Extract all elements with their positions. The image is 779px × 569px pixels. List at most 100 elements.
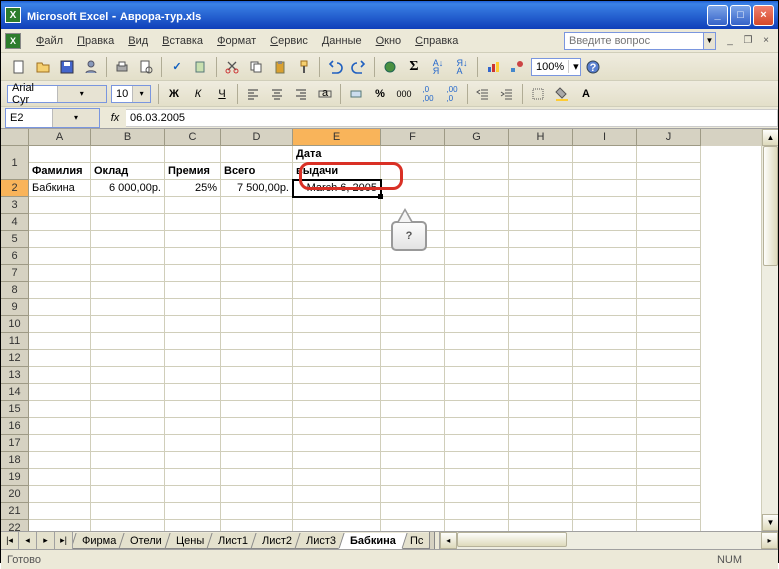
cell-H20[interactable] bbox=[509, 486, 573, 503]
scroll-left-button[interactable]: ◂ bbox=[440, 532, 457, 549]
cell-H4[interactable] bbox=[509, 214, 573, 231]
cell-J3[interactable] bbox=[637, 197, 701, 214]
scroll-up-button[interactable]: ▲ bbox=[762, 129, 778, 146]
cell-F1[interactable] bbox=[381, 163, 445, 180]
cell-B6[interactable] bbox=[91, 248, 165, 265]
cell-E1[interactable]: выдачи bbox=[293, 163, 381, 180]
cell-H2[interactable] bbox=[509, 180, 573, 197]
cell-E10[interactable] bbox=[293, 316, 381, 333]
cell-E21[interactable] bbox=[293, 503, 381, 520]
cell-D14[interactable] bbox=[221, 384, 293, 401]
cell-D13[interactable] bbox=[221, 367, 293, 384]
cell-H7[interactable] bbox=[509, 265, 573, 282]
help-question-input[interactable] bbox=[564, 32, 704, 50]
cell-C19[interactable] bbox=[165, 469, 221, 486]
chart-wizard-button[interactable] bbox=[482, 56, 504, 78]
row-header-10[interactable]: 10 bbox=[1, 316, 29, 333]
minimize-button[interactable]: _ bbox=[707, 5, 728, 26]
cell-F16[interactable] bbox=[381, 418, 445, 435]
cell-C11[interactable] bbox=[165, 333, 221, 350]
cell-B8[interactable] bbox=[91, 282, 165, 299]
cell-G20[interactable] bbox=[445, 486, 509, 503]
cell-G15[interactable] bbox=[445, 401, 509, 418]
percent-button[interactable]: % bbox=[369, 83, 391, 105]
cell-G13[interactable] bbox=[445, 367, 509, 384]
cell-C12[interactable] bbox=[165, 350, 221, 367]
cell-C22[interactable] bbox=[165, 520, 221, 531]
cell-D11[interactable] bbox=[221, 333, 293, 350]
cell-I16[interactable] bbox=[573, 418, 637, 435]
save-button[interactable] bbox=[56, 56, 78, 78]
sort-desc-button[interactable]: Я↓A bbox=[451, 56, 473, 78]
cell-E8[interactable] bbox=[293, 282, 381, 299]
menu-insert[interactable]: Вставка bbox=[155, 32, 210, 50]
maximize-button[interactable]: □ bbox=[730, 5, 751, 26]
cell-I11[interactable] bbox=[573, 333, 637, 350]
column-header-J[interactable]: J bbox=[637, 129, 701, 146]
row-header-3[interactable]: 3 bbox=[1, 197, 29, 214]
cell-C10[interactable] bbox=[165, 316, 221, 333]
cell-H10[interactable] bbox=[509, 316, 573, 333]
cell-B18[interactable] bbox=[91, 452, 165, 469]
cell-F8[interactable] bbox=[381, 282, 445, 299]
scroll-right-button[interactable]: ▸ bbox=[761, 532, 778, 549]
cell-J16[interactable] bbox=[637, 418, 701, 435]
fx-button[interactable]: fx bbox=[104, 112, 126, 124]
cell-C4[interactable] bbox=[165, 214, 221, 231]
increase-indent-button[interactable] bbox=[496, 83, 518, 105]
cell-B7[interactable] bbox=[91, 265, 165, 282]
sort-asc-button[interactable]: A↓Я bbox=[427, 56, 449, 78]
cell-H6[interactable] bbox=[509, 248, 573, 265]
cell-G14[interactable] bbox=[445, 384, 509, 401]
cell-I3[interactable] bbox=[573, 197, 637, 214]
column-header-G[interactable]: G bbox=[445, 129, 509, 146]
cell-A9[interactable] bbox=[29, 299, 91, 316]
cell-E5[interactable] bbox=[293, 231, 381, 248]
cell-E6[interactable] bbox=[293, 248, 381, 265]
cell-F20[interactable] bbox=[381, 486, 445, 503]
row-header-4[interactable]: 4 bbox=[1, 214, 29, 231]
cell-F12[interactable] bbox=[381, 350, 445, 367]
cell-I7[interactable] bbox=[573, 265, 637, 282]
cell-A5[interactable] bbox=[29, 231, 91, 248]
close-button[interactable]: × bbox=[753, 5, 774, 26]
row-header-5[interactable]: 5 bbox=[1, 231, 29, 248]
cell-G1[interactable] bbox=[445, 163, 509, 180]
cell-J17[interactable] bbox=[637, 435, 701, 452]
cell-H17[interactable] bbox=[509, 435, 573, 452]
cell-J6[interactable] bbox=[637, 248, 701, 265]
cell-J11[interactable] bbox=[637, 333, 701, 350]
cell-A2[interactable]: Бабкина bbox=[29, 180, 91, 197]
align-center-button[interactable] bbox=[266, 83, 288, 105]
cell-A11[interactable] bbox=[29, 333, 91, 350]
column-header-A[interactable]: A bbox=[29, 129, 91, 146]
cell-B19[interactable] bbox=[91, 469, 165, 486]
cell-F9[interactable] bbox=[381, 299, 445, 316]
font-name-combo[interactable]: Arial Cyr▾ bbox=[7, 85, 107, 103]
cell-F7[interactable] bbox=[381, 265, 445, 282]
permission-button[interactable] bbox=[80, 56, 102, 78]
cell-G6[interactable] bbox=[445, 248, 509, 265]
vertical-scrollbar[interactable]: ▲ ▼ bbox=[761, 129, 778, 531]
cell-A1[interactable]: Фамилия bbox=[29, 163, 91, 180]
cell-G11[interactable] bbox=[445, 333, 509, 350]
cell-A19[interactable] bbox=[29, 469, 91, 486]
cell-J8[interactable] bbox=[637, 282, 701, 299]
cell-H5[interactable] bbox=[509, 231, 573, 248]
cell-E18[interactable] bbox=[293, 452, 381, 469]
zoom-combo[interactable]: 100%▾ bbox=[531, 58, 581, 76]
cell-F10[interactable] bbox=[381, 316, 445, 333]
cell-G10[interactable] bbox=[445, 316, 509, 333]
cell-H22[interactable] bbox=[509, 520, 573, 531]
cell-H13[interactable] bbox=[509, 367, 573, 384]
menu-file[interactable]: Файл bbox=[29, 32, 70, 50]
cell-E14[interactable] bbox=[293, 384, 381, 401]
cell-G18[interactable] bbox=[445, 452, 509, 469]
cell-D4[interactable] bbox=[221, 214, 293, 231]
cell-C0[interactable] bbox=[165, 146, 221, 163]
drawing-button[interactable] bbox=[506, 56, 528, 78]
cell-I13[interactable] bbox=[573, 367, 637, 384]
cell-A13[interactable] bbox=[29, 367, 91, 384]
cell-G17[interactable] bbox=[445, 435, 509, 452]
sheet-tabs[interactable]: ФирмаОтелиЦеныЛист1Лист2Лист3БабкинаПс bbox=[73, 532, 429, 549]
